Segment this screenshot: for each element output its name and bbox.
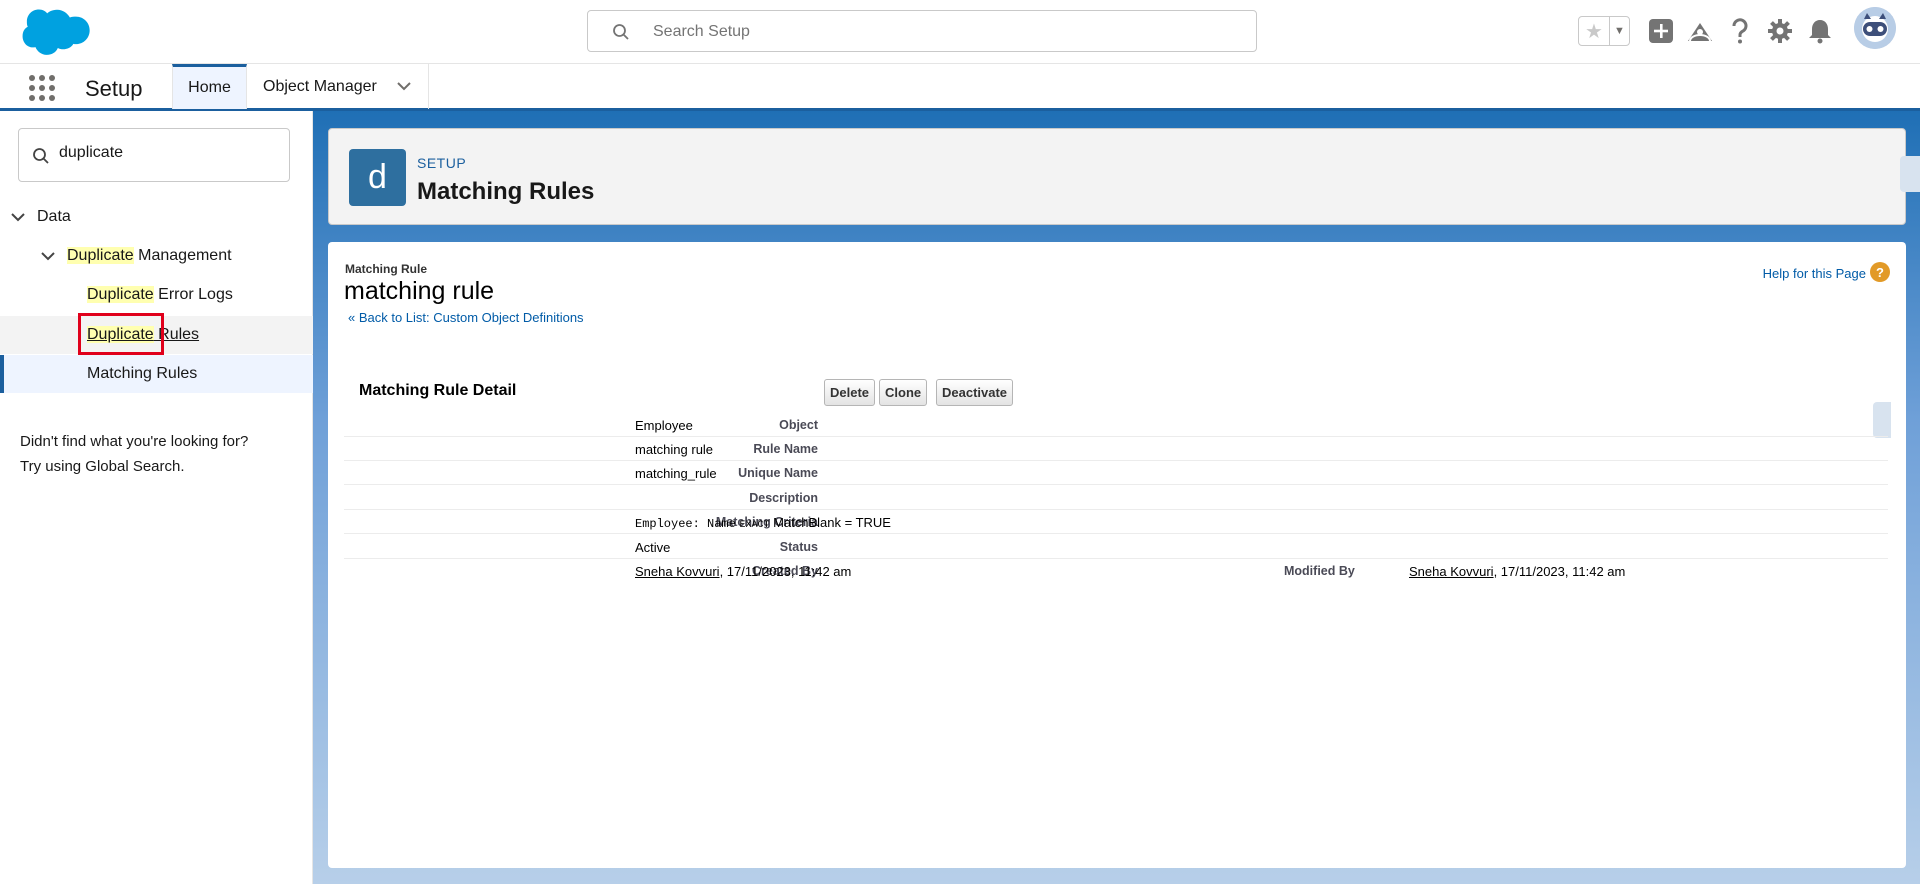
global-header: Search Setup ★ ▼	[0, 0, 1920, 63]
field-label: Description	[749, 491, 818, 505]
context-bar: Setup Home Object Manager	[0, 63, 1920, 111]
app-launcher-icon[interactable]	[28, 74, 56, 102]
tab-home[interactable]: Home	[172, 64, 247, 109]
user-avatar[interactable]	[1854, 7, 1896, 49]
help-icon[interactable]: ?	[1870, 262, 1890, 282]
criteria-code: Employee: Name	[635, 517, 736, 531]
tree-node-data[interactable]: Data	[0, 198, 313, 236]
search-placeholder: Search Setup	[653, 23, 750, 40]
deactivate-button[interactable]: Deactivate	[936, 379, 1014, 406]
tab-object-manager[interactable]: Object Manager	[247, 64, 429, 109]
field-label: Object	[779, 418, 818, 432]
annotation-highlight-box	[78, 313, 164, 355]
tree-node-duplicate-management[interactable]: Duplicate Management	[0, 237, 313, 275]
record-type: Matching Rule	[345, 262, 428, 276]
not-found-line-2: Try using Global Search.	[20, 458, 185, 475]
delete-button[interactable]: Delete	[824, 379, 876, 406]
chevron-down-icon[interactable]	[40, 249, 56, 267]
criteria-operator: EXACT	[739, 520, 770, 531]
created-by-user-link[interactable]: Sneha Kovvuri	[635, 564, 720, 579]
tree-node-data-label: Data	[37, 208, 71, 225]
field-value: Employee: Name EXACT MatchBlank = TRUE	[635, 515, 891, 531]
label-rest: Management	[133, 247, 232, 264]
page-header-label: SETUP	[417, 155, 467, 171]
not-found-line-1: Didn't find what you're looking for?	[20, 433, 249, 450]
sidebar-item-label: Matching Rules	[87, 365, 198, 382]
tree-node-duplicate-management-label: Duplicate Management	[67, 247, 232, 265]
detail-row-rule-name: Rule Name matching rule	[344, 437, 1888, 461]
detail-row-description: Description	[344, 486, 1888, 510]
modified-by-user-link[interactable]: Sneha Kovvuri	[1409, 564, 1494, 579]
detail-row-object: Object Employee	[344, 413, 1888, 437]
favorites-dropdown-icon[interactable]: ▼	[1609, 17, 1629, 45]
help-icon[interactable]	[1724, 15, 1756, 47]
detail-section-title: Matching Rule Detail	[359, 382, 517, 399]
detail-row-matching-criteria: Matching Criteria Employee: Name EXACT M…	[344, 510, 1888, 534]
detail-row-unique-name: Unique Name matching_rule	[344, 461, 1888, 485]
field-value: matching_rule	[635, 466, 717, 481]
favorites-star-icon[interactable]: ★	[1579, 17, 1609, 45]
setup-sidebar: duplicate Data Duplicate Management Dupl…	[0, 111, 313, 884]
field-value: matching rule	[635, 442, 714, 457]
back-to-list-link[interactable]: « Back to List: Custom Object Definition…	[348, 310, 584, 325]
chevron-down-icon[interactable]	[396, 79, 412, 97]
sidebar-item-duplicate-error-logs[interactable]: Duplicate Error Logs	[0, 276, 313, 314]
salesforce-logo[interactable]	[20, 8, 92, 58]
app-name: Setup	[85, 76, 143, 101]
search-highlight: Duplicate	[87, 286, 154, 303]
field-value: Active	[635, 540, 671, 555]
search-icon	[612, 23, 630, 41]
sidebar-item-label: Duplicate Error Logs	[87, 286, 233, 304]
chevron-down-icon[interactable]	[10, 210, 26, 228]
search-highlight: Duplicate	[67, 247, 134, 264]
record-content: Matching Rule matching rule « Back to Li…	[328, 242, 1906, 868]
sidebar-item-matching-rules[interactable]: Matching Rules	[0, 355, 313, 393]
field-label: Rule Name	[753, 442, 818, 456]
page-header: d SETUP Matching Rules	[328, 128, 1906, 225]
criteria-rest: MatchBlank = TRUE	[769, 515, 891, 530]
clone-button[interactable]: Clone	[879, 379, 928, 406]
quick-find-value: duplicate	[59, 144, 124, 161]
detail-row-status: Status Active	[344, 535, 1888, 559]
field-value: Sneha Kovvuri, 17/11/2023, 11:42 am	[1409, 564, 1625, 579]
search-icon	[32, 147, 50, 170]
detail-row-created-modified: Created By Sneha Kovvuri, 17/11/2023, 11…	[344, 559, 1888, 583]
page-title: Matching Rules	[417, 178, 595, 205]
field-value: Sneha Kovvuri, 17/11/2023, 11:42 am	[635, 564, 851, 579]
label-rest: Error Logs	[153, 286, 233, 303]
field-label: Status	[779, 540, 818, 554]
tab-home-label: Home	[188, 79, 231, 96]
global-actions-icon[interactable]	[1645, 15, 1677, 47]
trailhead-icon[interactable]	[1684, 15, 1716, 47]
collapse-panel-handle[interactable]	[1900, 156, 1920, 192]
field-value: Employee	[635, 418, 693, 433]
setup-gear-icon[interactable]	[1764, 15, 1796, 47]
field-label: Unique Name	[738, 466, 818, 480]
created-by-date: , 17/11/2023, 11:42 am	[719, 564, 852, 579]
favorites-group: ★ ▼	[1578, 16, 1630, 46]
notifications-bell-icon[interactable]	[1804, 15, 1836, 47]
global-search-input[interactable]: Search Setup	[587, 10, 1257, 52]
not-found-message: Didn't find what you're looking for? Try…	[20, 429, 310, 479]
tab-object-manager-label: Object Manager	[263, 77, 377, 95]
help-for-page-link[interactable]: Help for this Page	[1763, 266, 1866, 281]
record-name: matching rule	[344, 277, 495, 305]
field-label: Modified By	[1284, 564, 1355, 578]
page-header-icon: d	[349, 149, 406, 206]
quick-find-input[interactable]: duplicate	[18, 128, 290, 182]
modified-by-date: , 17/11/2023, 11:42 am	[1493, 564, 1626, 579]
